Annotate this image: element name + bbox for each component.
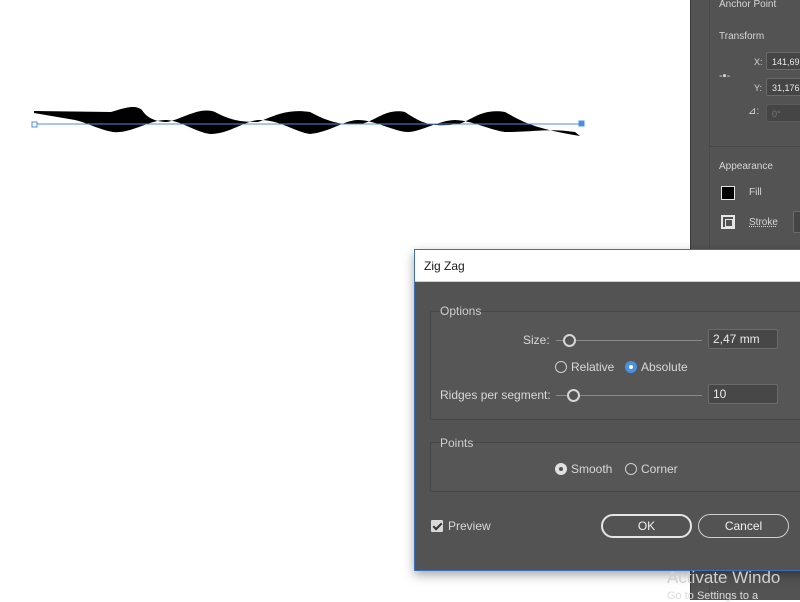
preview-checkbox[interactable]	[431, 520, 443, 532]
fill-label: Fill	[749, 187, 762, 198]
y-label: Y:	[754, 83, 763, 93]
relative-radio[interactable]	[555, 361, 567, 373]
ridges-label: Ridges per segment:	[440, 388, 551, 402]
stroke-weight-stepper[interactable]	[793, 211, 800, 233]
zigzag-dialog: Zig Zag Options Size: 2,47 mm Relative A…	[414, 249, 800, 571]
ridges-field[interactable]: 10	[708, 384, 778, 404]
preview-label[interactable]: Preview	[448, 519, 491, 533]
x-field[interactable]: 141,69	[766, 52, 800, 70]
angle-field[interactable]: 0°	[766, 104, 800, 122]
activate-windows-subtext: Go to Settings to a	[667, 590, 759, 602]
cancel-button[interactable]: Cancel	[698, 514, 789, 538]
x-label: X:	[754, 57, 763, 67]
size-slider-knob[interactable]	[563, 334, 576, 347]
section-divider	[709, 146, 800, 147]
absolute-label[interactable]: Absolute	[641, 360, 688, 374]
ridges-slider-knob[interactable]	[567, 389, 580, 402]
stroke-swatch[interactable]	[721, 215, 735, 229]
y-field[interactable]: 31,176	[766, 78, 800, 96]
size-label: Size:	[523, 333, 550, 347]
reference-point-icon[interactable]: -▪-	[719, 70, 730, 82]
start-anchor-point[interactable]	[31, 121, 38, 128]
ok-button[interactable]: OK	[601, 514, 692, 538]
smooth-radio[interactable]	[555, 463, 567, 475]
size-field[interactable]: 2,47 mm	[708, 329, 778, 349]
points-heading: Points	[440, 436, 474, 450]
absolute-radio[interactable]	[625, 361, 637, 373]
transform-heading: Transform	[719, 31, 765, 42]
zigzag-wave-shape[interactable]	[34, 106, 580, 136]
anchor-point-heading: Anchor Point	[719, 0, 777, 10]
corner-radio[interactable]	[625, 463, 637, 475]
points-group	[430, 442, 800, 492]
dialog-titlebar[interactable]: Zig Zag	[415, 250, 800, 282]
corner-label[interactable]: Corner	[641, 462, 678, 476]
angle-icon: ⊿:	[748, 106, 760, 117]
fill-swatch[interactable]	[721, 186, 735, 200]
relative-label[interactable]: Relative	[571, 360, 614, 374]
size-slider-track[interactable]	[556, 340, 702, 341]
dialog-title: Zig Zag	[424, 259, 465, 273]
smooth-label[interactable]: Smooth	[571, 462, 612, 476]
options-heading: Options	[440, 304, 482, 318]
end-anchor-point[interactable]	[578, 120, 585, 127]
activate-windows-watermark: Activate Windo	[667, 568, 781, 587]
appearance-heading: Appearance	[719, 161, 773, 172]
stroke-label[interactable]: Stroke	[749, 217, 778, 228]
